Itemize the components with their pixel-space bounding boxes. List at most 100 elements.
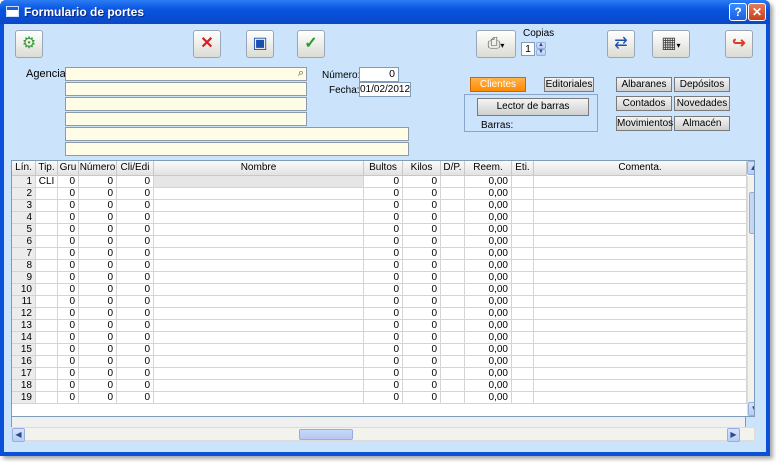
- cell-name[interactable]: [154, 392, 364, 404]
- cell-number[interactable]: 0: [79, 344, 117, 356]
- cell-group[interactable]: 0: [58, 236, 79, 248]
- cell-kilos[interactable]: 0: [403, 368, 441, 380]
- cell-client-editor[interactable]: 0: [117, 236, 154, 248]
- cell-comment[interactable]: [534, 260, 747, 272]
- cell-label[interactable]: [512, 332, 534, 344]
- cell-packages[interactable]: 0: [364, 248, 403, 260]
- cell-client-editor[interactable]: 0: [117, 260, 154, 272]
- accept-button[interactable]: ✓: [297, 30, 325, 58]
- search-icon[interactable]: ⌕: [298, 67, 304, 80]
- cell-dp[interactable]: [441, 260, 465, 272]
- cell-label[interactable]: [512, 272, 534, 284]
- cell-dp[interactable]: [441, 176, 465, 188]
- cell-reimbursement[interactable]: 0,00: [465, 296, 512, 308]
- date-input[interactable]: 01/02/2012: [359, 82, 411, 97]
- cell-packages[interactable]: 0: [364, 284, 403, 296]
- cell-number[interactable]: 0: [79, 308, 117, 320]
- cell-kilos[interactable]: 0: [403, 248, 441, 260]
- cell-client-editor[interactable]: 0: [117, 284, 154, 296]
- cell-type[interactable]: [36, 392, 58, 404]
- cell-kilos[interactable]: 0: [403, 260, 441, 272]
- column-header-kilos[interactable]: Kilos: [403, 161, 441, 176]
- agency-address-3[interactable]: [65, 112, 307, 126]
- cell-group[interactable]: 0: [58, 224, 79, 236]
- cell-group[interactable]: 0: [58, 380, 79, 392]
- cell-group[interactable]: 0: [58, 344, 79, 356]
- cell-type[interactable]: [36, 200, 58, 212]
- barcode-reader-button[interactable]: Lector de barras: [477, 98, 589, 116]
- cell-number[interactable]: 0: [79, 332, 117, 344]
- cell-label[interactable]: [512, 392, 534, 404]
- cell-reimbursement[interactable]: 0,00: [465, 212, 512, 224]
- cell-dp[interactable]: [441, 368, 465, 380]
- cell-kilos[interactable]: 0: [403, 272, 441, 284]
- cell-label[interactable]: [512, 368, 534, 380]
- table-row[interactable]: 15 0 0 0 0 0 0,00: [12, 344, 747, 356]
- cell-packages[interactable]: 0: [364, 356, 403, 368]
- vertical-scroll-thumb[interactable]: [749, 192, 754, 234]
- table-row[interactable]: 13 0 0 0 0 0 0,00: [12, 320, 747, 332]
- cell-reimbursement[interactable]: 0,00: [465, 284, 512, 296]
- cell-kilos[interactable]: 0: [403, 176, 441, 188]
- cell-client-editor[interactable]: 0: [117, 344, 154, 356]
- cell-number[interactable]: 0: [79, 200, 117, 212]
- table-row[interactable]: 1 CLI 0 0 0 0 0 0,00: [12, 176, 747, 188]
- cell-type[interactable]: [36, 344, 58, 356]
- cell-label[interactable]: [512, 296, 534, 308]
- cell-packages[interactable]: 0: [364, 200, 403, 212]
- cell-client-editor[interactable]: 0: [117, 272, 154, 284]
- cell-group[interactable]: 0: [58, 248, 79, 260]
- print-button[interactable]: ⎙▾: [476, 30, 516, 58]
- cell-number[interactable]: 0: [79, 356, 117, 368]
- table-row[interactable]: 7 0 0 0 0 0 0,00: [12, 248, 747, 260]
- table-row[interactable]: 16 0 0 0 0 0 0,00: [12, 356, 747, 368]
- cell-packages[interactable]: 0: [364, 320, 403, 332]
- cell-packages[interactable]: 0: [364, 260, 403, 272]
- cell-number[interactable]: 0: [79, 236, 117, 248]
- cell-client-editor[interactable]: 0: [117, 248, 154, 260]
- cell-kilos[interactable]: 0: [403, 320, 441, 332]
- column-header-comment[interactable]: Comenta.: [534, 161, 747, 176]
- cell-type[interactable]: CLI: [36, 176, 58, 188]
- cell-type[interactable]: [36, 296, 58, 308]
- cell-dp[interactable]: [441, 272, 465, 284]
- cell-reimbursement[interactable]: 0,00: [465, 320, 512, 332]
- cell-client-editor[interactable]: 0: [117, 224, 154, 236]
- cell-number[interactable]: 0: [79, 188, 117, 200]
- cell-reimbursement[interactable]: 0,00: [465, 200, 512, 212]
- cell-client-editor[interactable]: 0: [117, 320, 154, 332]
- cell-group[interactable]: 0: [58, 296, 79, 308]
- cell-group[interactable]: 0: [58, 332, 79, 344]
- cell-dp[interactable]: [441, 380, 465, 392]
- cell-packages[interactable]: 0: [364, 332, 403, 344]
- cell-client-editor[interactable]: 0: [117, 188, 154, 200]
- exit-button[interactable]: ↪: [725, 30, 753, 58]
- cell-reimbursement[interactable]: 0,00: [465, 356, 512, 368]
- editoriales-button[interactable]: Editoriales: [544, 77, 594, 92]
- cell-name[interactable]: [154, 296, 364, 308]
- table-row[interactable]: 14 0 0 0 0 0 0,00: [12, 332, 747, 344]
- cell-number[interactable]: 0: [79, 296, 117, 308]
- table-row[interactable]: 3 0 0 0 0 0 0,00: [12, 200, 747, 212]
- cell-client-editor[interactable]: 0: [117, 176, 154, 188]
- cell-number[interactable]: 0: [79, 248, 117, 260]
- cell-client-editor[interactable]: 0: [117, 296, 154, 308]
- cell-name[interactable]: [154, 308, 364, 320]
- cell-packages[interactable]: 0: [364, 344, 403, 356]
- agency-input[interactable]: ⌕: [65, 67, 307, 81]
- cell-kilos[interactable]: 0: [403, 200, 441, 212]
- cell-comment[interactable]: [534, 332, 747, 344]
- table-row[interactable]: 6 0 0 0 0 0 0,00: [12, 236, 747, 248]
- cancel-button[interactable]: ✕: [193, 30, 221, 58]
- cell-number[interactable]: 0: [79, 224, 117, 236]
- cell-number[interactable]: 0: [79, 284, 117, 296]
- cell-kilos[interactable]: 0: [403, 380, 441, 392]
- cell-reimbursement[interactable]: 0,00: [465, 236, 512, 248]
- cell-kilos[interactable]: 0: [403, 296, 441, 308]
- table-row[interactable]: 12 0 0 0 0 0 0,00: [12, 308, 747, 320]
- cell-type[interactable]: [36, 308, 58, 320]
- cell-reimbursement[interactable]: 0,00: [465, 392, 512, 404]
- column-header-reimbursement[interactable]: Reem.: [465, 161, 512, 176]
- cell-packages[interactable]: 0: [364, 236, 403, 248]
- cell-group[interactable]: 0: [58, 392, 79, 404]
